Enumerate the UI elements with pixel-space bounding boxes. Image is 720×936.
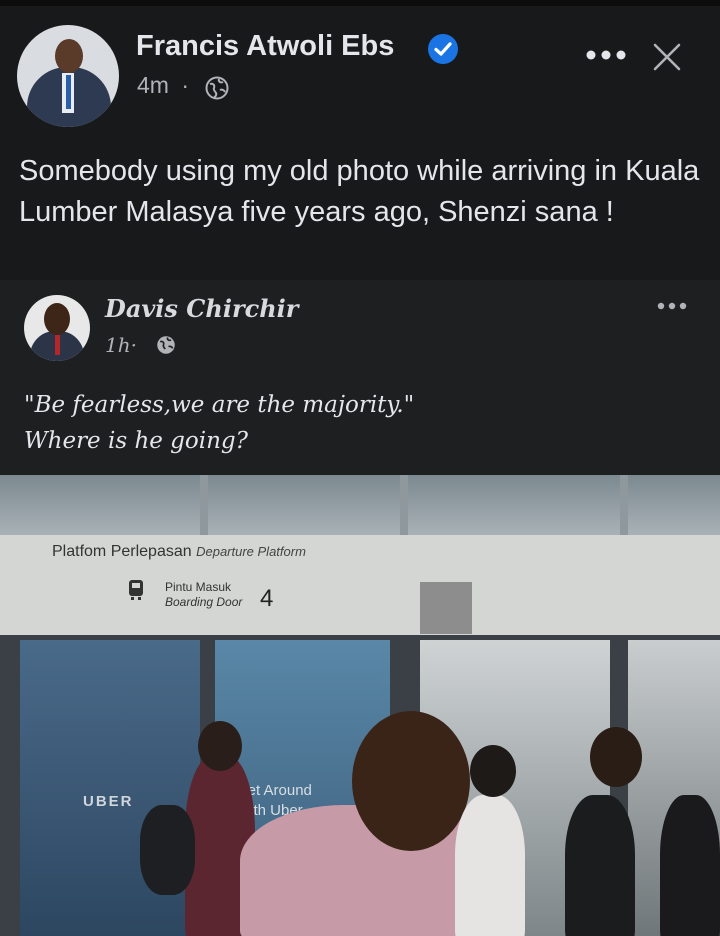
boarding-door-text: Pintu Masuk Boarding Door [165, 580, 242, 610]
door-en-text: Boarding Door [165, 595, 243, 609]
sign-en-text: Departure Platform [196, 544, 306, 559]
train-door-icon [129, 580, 143, 600]
post-time[interactable]: 4m [137, 72, 169, 98]
post-text: Somebody using my old photo while arrivi… [19, 155, 700, 228]
post-meta: 4m · [137, 72, 189, 99]
more-options-icon[interactable] [583, 40, 629, 70]
sign-panel [420, 582, 472, 634]
door-ms-text: Pintu Masuk [165, 580, 232, 594]
top-edge [0, 0, 720, 6]
shared-globe-icon [157, 336, 175, 354]
author-avatar[interactable] [17, 25, 119, 127]
verified-badge-icon [428, 34, 458, 64]
man-head [352, 711, 470, 851]
globe-icon[interactable] [205, 76, 229, 100]
meta-separator: · [181, 72, 190, 98]
shared-post-time: 1h· [105, 333, 137, 357]
backpack [140, 805, 195, 895]
sign-ms-text: Platfom Perlepasan [52, 543, 192, 560]
shared-more-options-icon[interactable] [656, 296, 688, 316]
shared-quote: "Be fearless,we are the majority." [24, 392, 415, 418]
close-icon[interactable] [652, 42, 682, 72]
shared-author-avatar[interactable] [24, 295, 90, 361]
shared-author-name[interactable]: Davis Chirchir [105, 294, 298, 323]
shared-caption: Where is he going? [24, 428, 248, 454]
sign-platform-text: Platfom Perlepasan Departure Platform [52, 543, 306, 561]
post-photo[interactable]: Platfom Perlepasan Departure Platform Pi… [0, 475, 720, 936]
shared-post-text: "Be fearless,we are the majority." Where… [24, 387, 684, 459]
author-name[interactable]: Francis Atwoli Ebs [136, 30, 394, 63]
uber-ad-brand: UBER [83, 793, 134, 810]
door-number: 4 [260, 585, 274, 612]
